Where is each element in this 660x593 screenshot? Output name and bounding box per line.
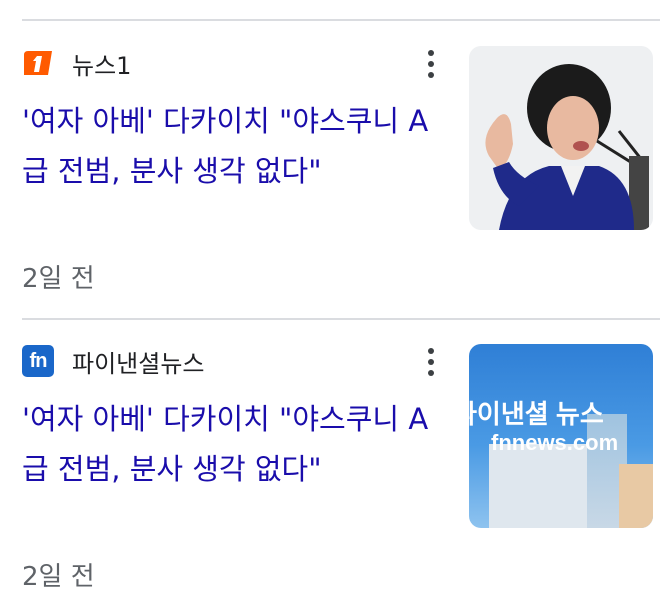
- more-dot-icon: [428, 359, 434, 365]
- news1-logo-icon: [22, 47, 54, 79]
- more-options-button[interactable]: [416, 346, 446, 378]
- more-dot-icon: [428, 348, 434, 354]
- fn-logo-text: fn: [29, 349, 48, 372]
- source-name: 파이낸셜뉴스: [72, 349, 205, 378]
- more-dot-icon: [428, 72, 434, 78]
- more-dot-icon: [428, 50, 434, 56]
- divider-top: [22, 19, 660, 21]
- more-dot-icon: [428, 370, 434, 376]
- source-row: 뉴스1: [22, 46, 131, 80]
- headline-link[interactable]: '여자 아베' 다카이치 "야스쿠니 A급 전범, 분사 생각 없다": [22, 394, 442, 494]
- source-name: 뉴스1: [72, 51, 132, 80]
- article-thumbnail[interactable]: 파이낸셜 뉴스 fnnews.com: [469, 344, 653, 528]
- thumbnail-building: [619, 464, 653, 528]
- more-dot-icon: [428, 61, 434, 67]
- more-options-button[interactable]: [416, 48, 446, 80]
- news-card[interactable]: 뉴스1 '여자 아베' 다카이치 "야스쿠니 A급 전범, 분사 생각 없다": [0, 46, 660, 236]
- thumbnail-site-text: fnnews.com: [491, 430, 619, 455]
- thumbnail-brand-text: 파이낸셜 뉴스: [469, 399, 604, 429]
- publish-date: 2일 전: [22, 562, 95, 592]
- fn-logo-icon: fn: [22, 345, 54, 377]
- headline-link[interactable]: '여자 아베' 다카이치 "야스쿠니 A급 전범, 분사 생각 없다": [22, 96, 442, 196]
- news-card[interactable]: fn 파이낸셜뉴스 '여자 아베' 다카이치 "야스쿠니 A급 전범, 분사 생…: [0, 344, 660, 534]
- divider: [22, 318, 660, 320]
- publish-date: 2일 전: [22, 264, 95, 294]
- article-thumbnail[interactable]: [469, 46, 653, 230]
- source-row: fn 파이낸셜뉴스: [22, 344, 204, 378]
- thumbnail-building: [489, 444, 589, 528]
